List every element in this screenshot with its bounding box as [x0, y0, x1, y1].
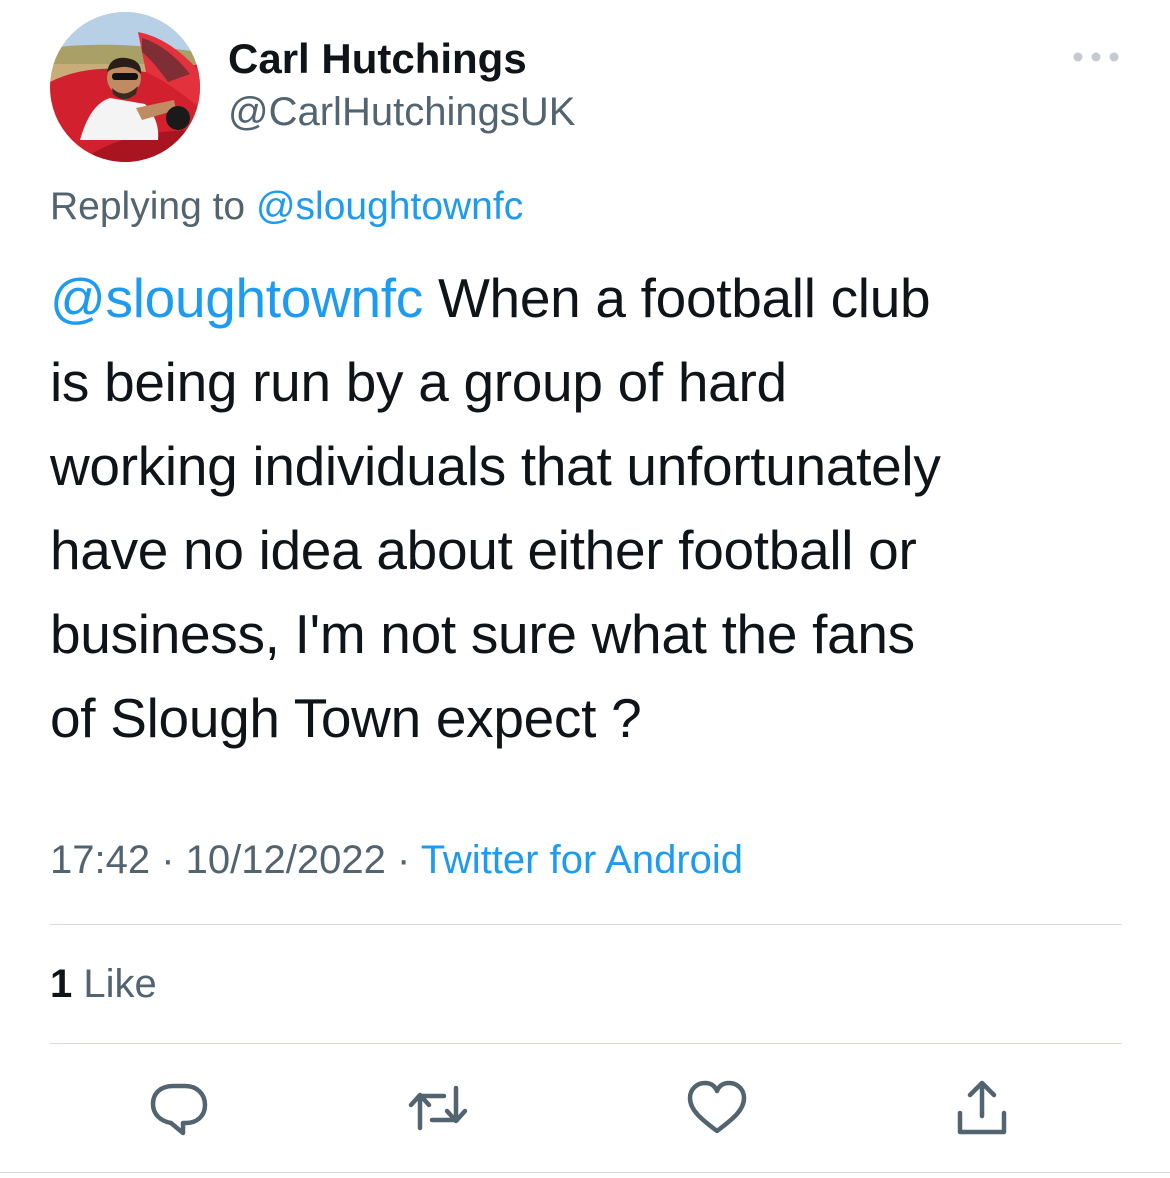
divider: [50, 924, 1122, 925]
author-handle[interactable]: @CarlHutchingsUK: [228, 88, 575, 136]
replying-to-mention[interactable]: @sloughtownfc: [256, 185, 523, 228]
profile-photo: [50, 12, 200, 162]
more-options-icon[interactable]: [1068, 42, 1124, 72]
tweet-text: @sloughtownfc When a football club is be…: [50, 256, 1135, 760]
meta-separator: ·: [385, 838, 421, 882]
author-display-name[interactable]: Carl Hutchings: [228, 34, 527, 84]
bottom-divider: [0, 1172, 1170, 1173]
heart-icon: [687, 1080, 747, 1134]
like-button[interactable]: [685, 1076, 749, 1140]
likes-count: 1: [50, 962, 73, 1006]
meta-separator: ·: [150, 838, 186, 882]
retweet-icon: [408, 1085, 468, 1131]
replying-to-label: Replying to: [50, 185, 246, 228]
tweet-line: have no idea about either football or: [50, 519, 917, 581]
reply-icon: [150, 1083, 208, 1136]
tweet-date[interactable]: 10/12/2022: [186, 838, 386, 882]
tweet-line: business, I'm not sure what the fans: [50, 603, 915, 665]
tweet-mention[interactable]: @sloughtownfc: [50, 267, 423, 329]
tweet-line: of Slough Town expect ?: [50, 687, 642, 749]
avatar[interactable]: [50, 12, 200, 162]
tweet-time[interactable]: 17:42: [50, 838, 150, 882]
reply-button[interactable]: [147, 1076, 211, 1140]
retweet-button[interactable]: [406, 1076, 470, 1140]
share-button[interactable]: [950, 1076, 1014, 1140]
tweet-line-text: When a football club: [422, 267, 931, 329]
tweet-line: working individuals that unfortunately: [50, 435, 941, 497]
likes-label: Like: [83, 962, 157, 1006]
tweet-line: @sloughtownfc When a football club: [50, 256, 1135, 340]
replying-to: Replying to @sloughtownfc: [50, 183, 523, 231]
likes-stat[interactable]: 1 Like: [50, 960, 157, 1008]
tweet-line: is being run by a group of hard: [50, 351, 787, 413]
tweet-source[interactable]: Twitter for Android: [421, 838, 743, 882]
divider: [50, 1043, 1122, 1044]
share-icon: [957, 1080, 1007, 1135]
tweet-meta: 17:42 · 10/12/2022 · Twitter for Android: [50, 836, 743, 884]
